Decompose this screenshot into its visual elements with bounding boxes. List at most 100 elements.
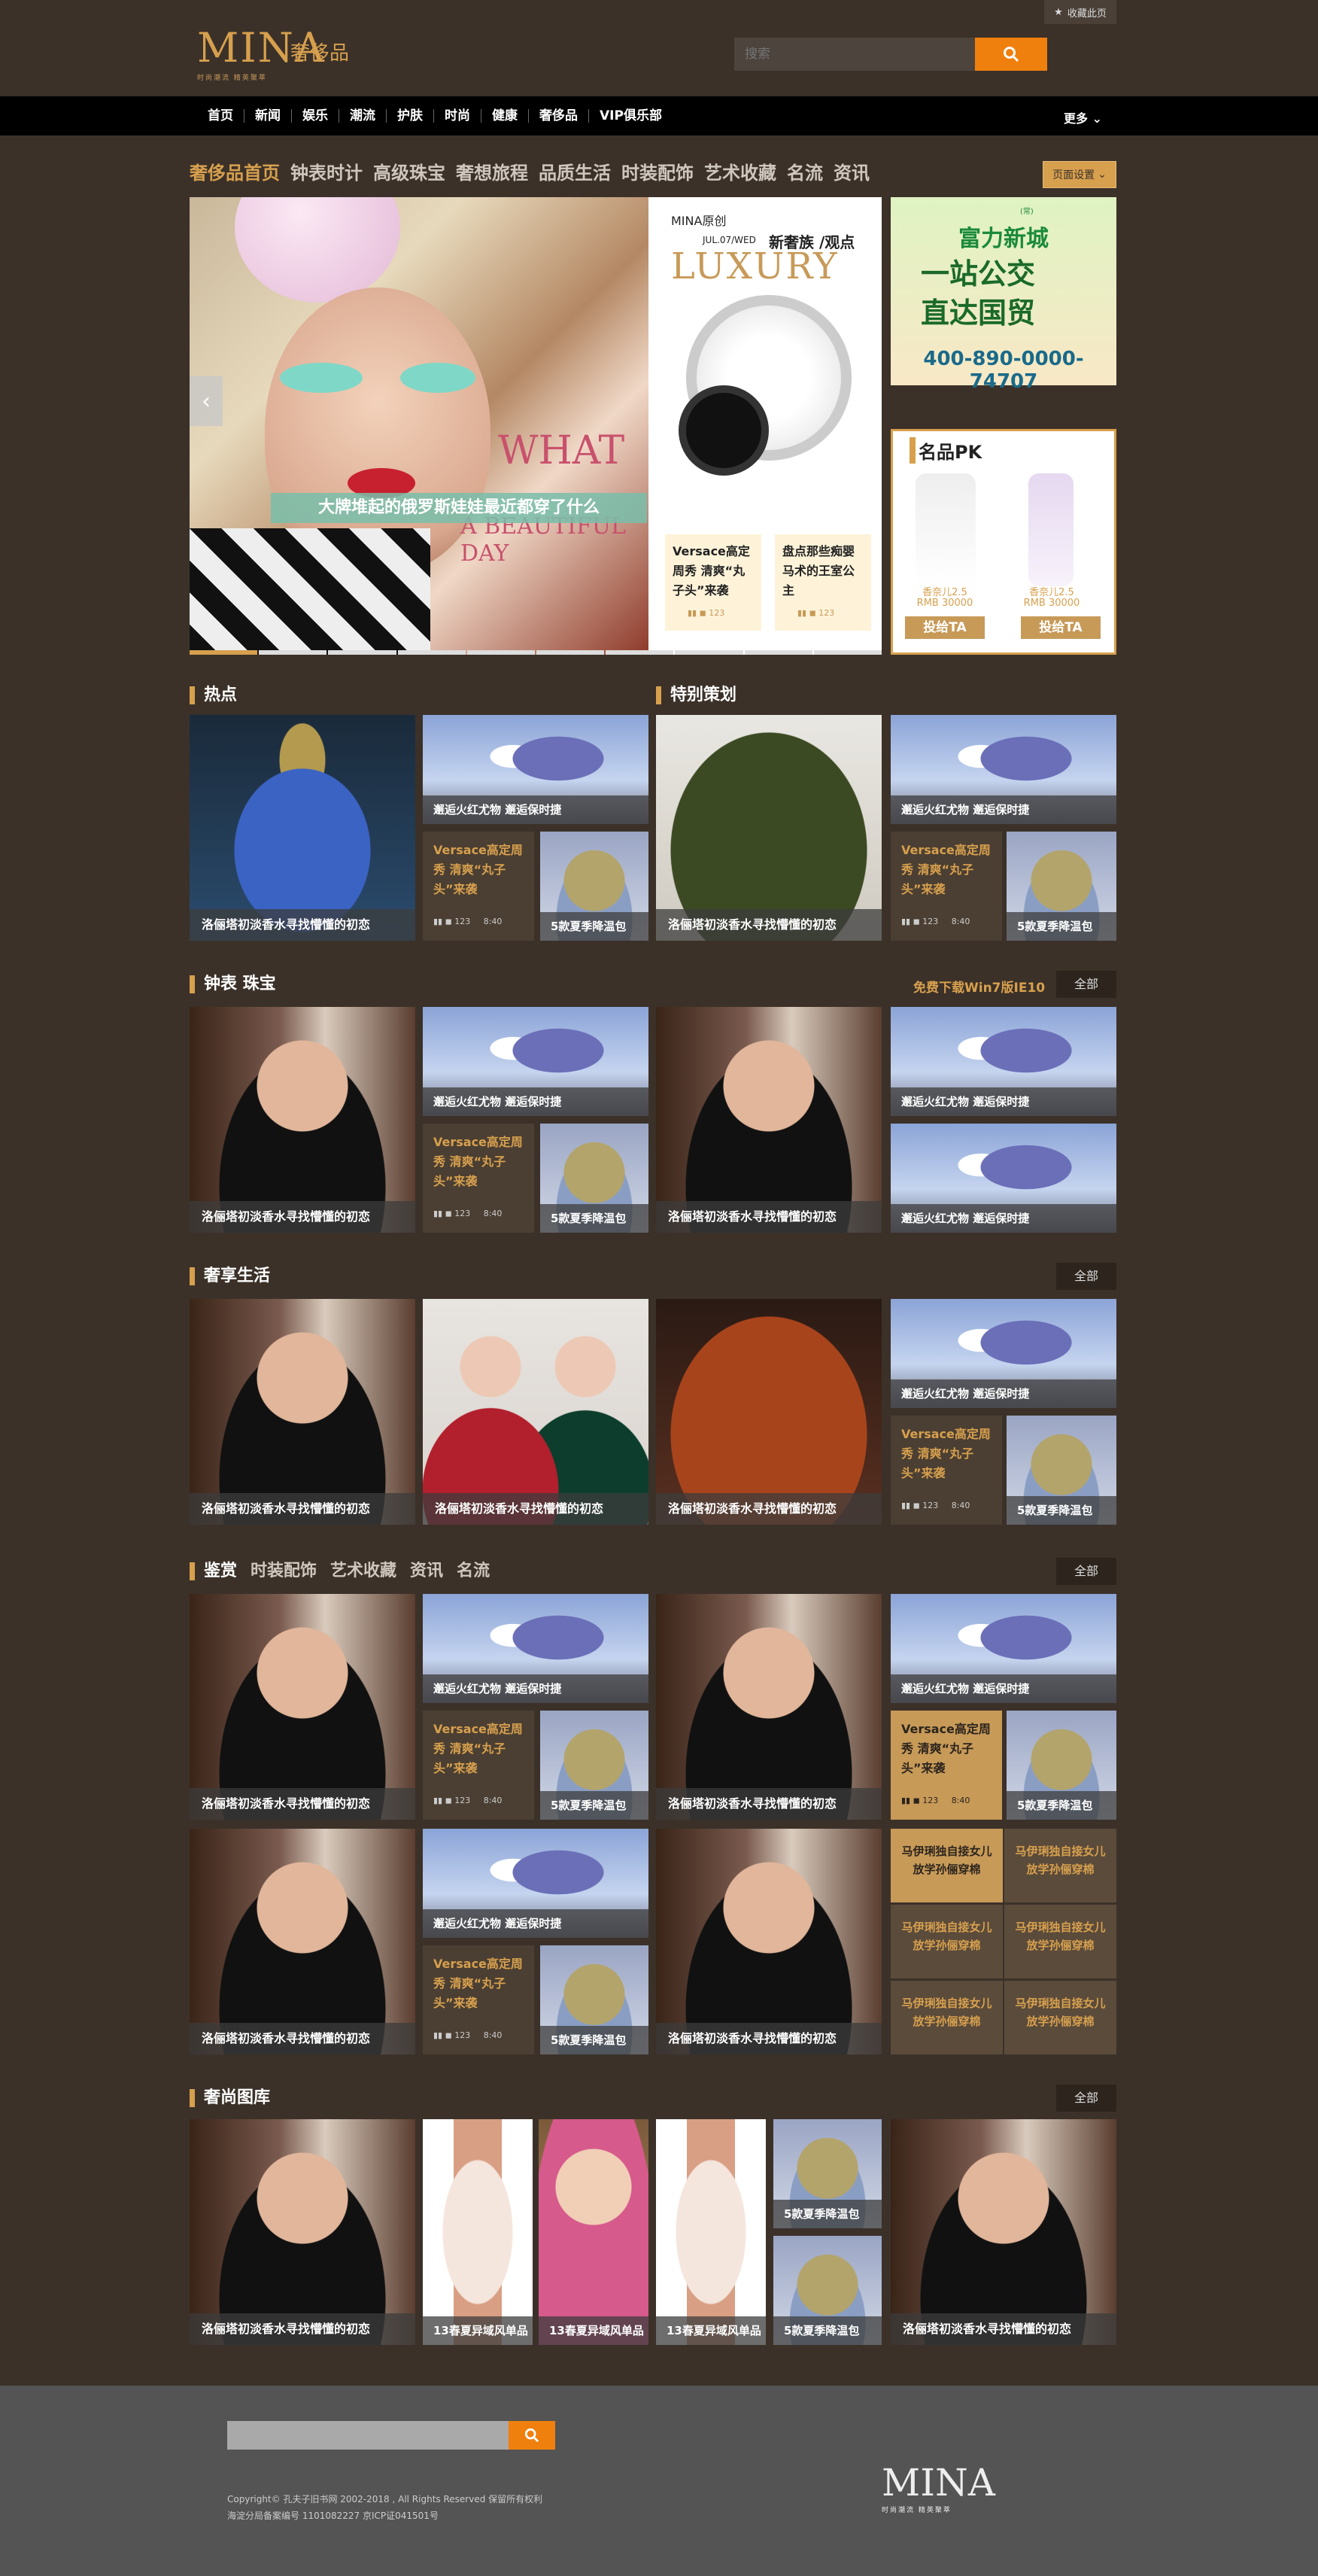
crown-tile[interactable]: 5款夏季降温包: [540, 1945, 648, 2054]
watch-image-dark[interactable]: [679, 385, 769, 476]
footer-logo[interactable]: MINA 时尚潮流 精英聚萃: [882, 2461, 995, 2514]
man-tile[interactable]: 洛俪塔初淡香水寻找懵懂的初恋: [656, 1829, 882, 2054]
news-grid-item[interactable]: 马伊琍独自接女儿放学孙俪穿棉: [891, 1905, 1003, 1978]
nav-item-luxury[interactable]: 奢侈品: [529, 109, 589, 123]
luxury-article-card[interactable]: Versace高定周秀 清爽“丸子头”来袭 ▮▮ ◼ 123: [665, 534, 761, 631]
news-grid-item[interactable]: 马伊琍独自接女儿放学孙俪穿棉: [1004, 1905, 1116, 1978]
nav-item-home[interactable]: 首页: [197, 109, 244, 123]
bag-tile[interactable]: 洛俪塔初淡香水寻找懵懂的初恋: [656, 715, 882, 941]
man-tile[interactable]: 洛俪塔初淡香水寻找懵懂的初恋: [190, 1594, 415, 1820]
slide-dot[interactable]: [813, 650, 882, 655]
appreciate-tab[interactable]: 名流: [457, 1562, 490, 1580]
man-tile[interactable]: 洛俪塔初淡香水寻找懵懂的初恋: [656, 1007, 882, 1233]
slide-dot[interactable]: [328, 650, 396, 655]
slide-dot[interactable]: [606, 650, 674, 655]
subnav-watches[interactable]: 钟表时计: [290, 158, 363, 184]
search-input[interactable]: [734, 38, 975, 71]
site-logo[interactable]: MINA 时尚潮流 精英聚萃: [197, 24, 324, 87]
watch-tile[interactable]: 13春夏异域风单品: [656, 2119, 766, 2345]
bird-tile[interactable]: 邂逅火红尤物 邂逅保时捷: [891, 1007, 1116, 1116]
article-card[interactable]: Versace高定周秀 清爽“丸子头”来袭 ▮▮ ◼ 123 8:40: [423, 1711, 534, 1820]
nav-item-fashion[interactable]: 时尚: [434, 109, 481, 123]
crown-tile[interactable]: 5款夏季降温包: [1007, 832, 1116, 941]
nav-item-health[interactable]: 健康: [481, 109, 529, 123]
real-estate-ad[interactable]: (常) 富力新城 一站公交 直达国贸 400-890-0000-74707: [891, 197, 1116, 393]
win7-download-link[interactable]: 免费下载Win7版IE10: [913, 977, 1045, 996]
news-grid-item[interactable]: 马伊琍独自接女儿放学孙俪穿棉: [1004, 1981, 1116, 2054]
bird-tile[interactable]: 邂逅火红尤物 邂逅保时捷: [423, 1829, 648, 1938]
footer-search-button[interactable]: [509, 2421, 555, 2450]
lady-tile[interactable]: 13春夏异域风单品: [539, 2119, 648, 2345]
news-grid-item[interactable]: 马伊琍独自接女儿放学孙俪穿棉: [891, 1981, 1003, 2054]
subnav-art[interactable]: 艺术收藏: [704, 158, 776, 184]
nav-item-vip[interactable]: VIP俱乐部: [589, 109, 673, 123]
subnav-travel[interactable]: 奢想旅程: [456, 158, 528, 184]
nav-item-news[interactable]: 新闻: [244, 109, 292, 123]
subnav-quality-life[interactable]: 品质生活: [539, 158, 611, 184]
prev-slide-button[interactable]: ‹: [190, 376, 223, 426]
subnav-jewelry[interactable]: 高级珠宝: [373, 158, 445, 184]
slide-dot[interactable]: [190, 650, 258, 655]
man-tile[interactable]: 洛俪塔初淡香水寻找懵懂的初恋: [190, 1007, 415, 1233]
bird-tile[interactable]: 邂逅火红尤物 邂逅保时捷: [423, 1594, 648, 1703]
subnav-accessories[interactable]: 时装配饰: [621, 158, 694, 184]
crown-tile[interactable]: 5款夏季降温包: [540, 1124, 648, 1233]
bird-tile[interactable]: 邂逅火红尤物 邂逅保时捷: [891, 1124, 1116, 1233]
vote-button[interactable]: 投给TA: [905, 616, 985, 639]
news-grid-item[interactable]: 马伊琍独自接女儿放学孙俪穿棉: [891, 1829, 1003, 1902]
vote-button[interactable]: 投给TA: [1021, 616, 1101, 639]
crown-tile[interactable]: 5款夏季降温包: [773, 2119, 882, 2228]
crown-tile[interactable]: 5款夏季降温包: [773, 2236, 882, 2345]
slide-dot[interactable]: [744, 650, 812, 655]
product-image[interactable]: [916, 473, 976, 586]
article-card[interactable]: Versace高定周秀 清爽“丸子头”来袭 ▮▮ ◼ 123 8:40: [891, 832, 1002, 941]
crown-tile[interactable]: 5款夏季降温包: [1007, 1711, 1116, 1820]
bird-tile[interactable]: 邂逅火红尤物 邂逅保时捷: [891, 715, 1116, 824]
view-all-button[interactable]: 全部: [1056, 971, 1116, 998]
subnav-luxury-home[interactable]: 奢侈品首页: [190, 158, 280, 184]
man-tile[interactable]: 洛俪塔初淡香水寻找懵懂的初恋: [190, 1299, 415, 1525]
page-settings-button[interactable]: 页面设置 ⌄: [1043, 161, 1116, 188]
article-card[interactable]: Versace高定周秀 清爽“丸子头”来袭 ▮▮ ◼ 123 8:40: [423, 1945, 534, 2054]
bird-tile[interactable]: 邂逅火红尤物 邂逅保时捷: [891, 1299, 1116, 1408]
article-card[interactable]: Versace高定周秀 清爽“丸子头”来袭 ▮▮ ◼ 123 8:40: [891, 1416, 1002, 1525]
bird-tile[interactable]: 邂逅火红尤物 邂逅保时捷: [891, 1594, 1116, 1703]
view-all-button[interactable]: 全部: [1056, 1263, 1116, 1290]
slide-dot[interactable]: [675, 650, 743, 655]
nav-item-entertainment[interactable]: 娱乐: [292, 109, 339, 123]
crown-tile[interactable]: 5款夏季降温包: [540, 1711, 648, 1820]
view-all-button[interactable]: 全部: [1056, 2085, 1116, 2112]
appreciate-tab[interactable]: 艺术收藏: [330, 1562, 396, 1580]
perfume-tile[interactable]: 洛俪塔初淡香水寻找懵懂的初恋: [190, 715, 415, 941]
hero-caption[interactable]: 大牌堆起的俄罗斯娃娃最近都穿了什么: [271, 493, 647, 523]
man-tile[interactable]: 洛俪塔初淡香水寻找懵懂的初恋: [891, 2119, 1116, 2345]
article-card-active[interactable]: Versace高定周秀 清爽“丸子头”来袭 ▮▮ ◼ 123 8:40: [891, 1711, 1002, 1820]
product-image[interactable]: [1028, 473, 1074, 586]
man-tile[interactable]: 洛俪塔初淡香水寻找懵懂的初恋: [190, 2119, 415, 2345]
favorite-button[interactable]: ★ 收藏此页: [1044, 0, 1116, 24]
hero-slide-image[interactable]: WHAT A BEAUTIFUL DAY: [190, 197, 648, 655]
bird-tile[interactable]: 邂逅火红尤物 邂逅保时捷: [423, 715, 648, 824]
crown-tile[interactable]: 5款夏季降温包: [1007, 1416, 1116, 1525]
man-tile[interactable]: 洛俪塔初淡香水寻找懵懂的初恋: [656, 1594, 882, 1820]
article-card[interactable]: Versace高定周秀 清爽“丸子头”来袭 ▮▮ ◼ 123 8:40: [423, 832, 534, 941]
appreciate-tab[interactable]: 资讯: [410, 1562, 443, 1580]
nav-item-trend[interactable]: 潮流: [339, 109, 387, 123]
view-all-button[interactable]: 全部: [1056, 1558, 1116, 1585]
food-tile[interactable]: 洛俪塔初淡香水寻找懵懂的初恋: [656, 1299, 882, 1525]
crown-tile[interactable]: 5款夏季降温包: [540, 832, 648, 941]
nav-item-skincare[interactable]: 护肤: [387, 109, 434, 123]
nav-more[interactable]: 更多 ⌄: [1064, 108, 1102, 126]
women-tile[interactable]: 洛俪塔初淡香水寻找懵懂的初恋: [423, 1299, 648, 1525]
search-button[interactable]: [975, 38, 1047, 71]
man-tile[interactable]: 洛俪塔初淡香水寻找懵懂的初恋: [190, 1829, 415, 2054]
luxury-article-card[interactable]: 盘点那些痴婴马术的王室公主 ▮▮ ◼ 123: [775, 534, 871, 631]
news-grid-item[interactable]: 马伊琍独自接女儿放学孙俪穿棉: [1004, 1829, 1116, 1902]
bird-tile[interactable]: 邂逅火红尤物 邂逅保时捷: [423, 1007, 648, 1116]
watch-tile[interactable]: 13春夏异域风单品: [423, 2119, 533, 2345]
subnav-celebrities[interactable]: 名流: [787, 158, 823, 184]
appreciate-tab[interactable]: 时装配饰: [251, 1562, 317, 1580]
slide-dot[interactable]: [536, 650, 605, 655]
footer-search-input[interactable]: [227, 2421, 509, 2450]
slide-dot[interactable]: [466, 650, 536, 655]
